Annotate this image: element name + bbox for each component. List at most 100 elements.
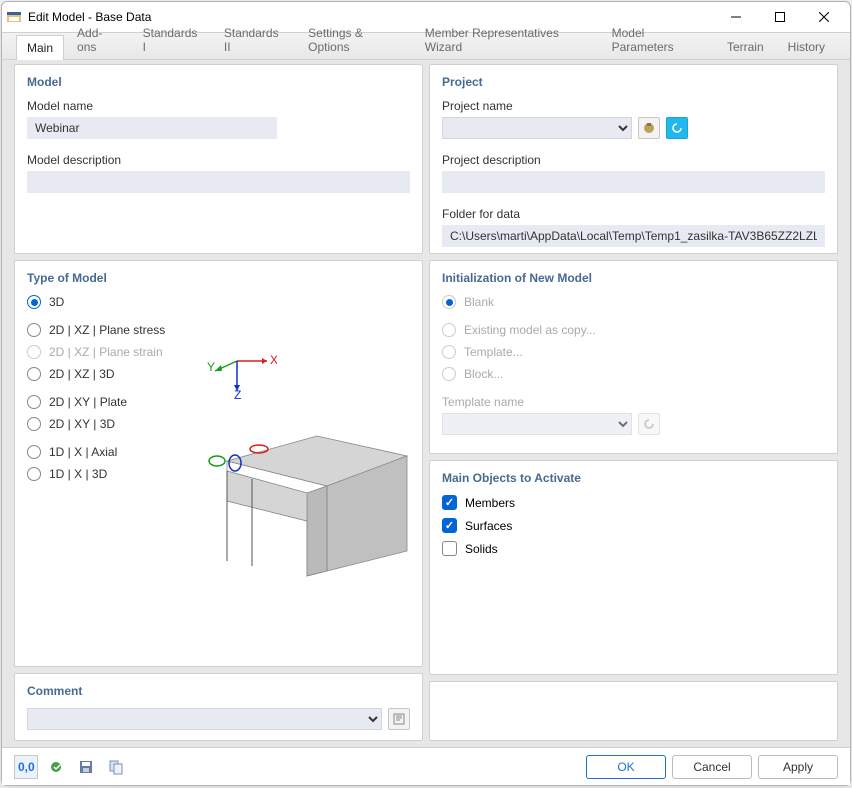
units-button[interactable]: 0,00 bbox=[14, 755, 38, 779]
type-option-row: 2D | XY | Plate bbox=[27, 395, 187, 409]
comment-panel-title: Comment bbox=[27, 684, 410, 698]
maximize-button[interactable] bbox=[758, 3, 802, 31]
type-radio-4[interactable] bbox=[27, 395, 41, 409]
apply-button[interactable]: Apply bbox=[758, 755, 838, 779]
type-radio-1[interactable] bbox=[27, 323, 41, 337]
project-manager-button[interactable] bbox=[638, 117, 660, 139]
main-objects-group: Members Surfaces Solids bbox=[442, 495, 825, 556]
template-browse-button bbox=[638, 413, 660, 435]
init-radio-group: Blank Existing model as copy... Template..… bbox=[442, 295, 825, 381]
object-option-row: Solids bbox=[442, 541, 825, 556]
type-radio-label: 2D | XZ | Plane strain bbox=[49, 345, 163, 359]
svg-text:Y: Y bbox=[207, 360, 215, 374]
object-checkbox-surfaces[interactable] bbox=[442, 518, 457, 533]
object-checkbox-solids[interactable] bbox=[442, 541, 457, 556]
model-name-input[interactable] bbox=[27, 117, 277, 139]
init-radio-0 bbox=[442, 295, 456, 309]
type-radio-label: 3D bbox=[49, 295, 64, 309]
close-button[interactable] bbox=[802, 3, 846, 31]
template-name-combo bbox=[442, 413, 632, 435]
tab-model-parameters[interactable]: Model Parameters bbox=[601, 20, 714, 59]
init-option-row: Existing model as copy... bbox=[442, 323, 825, 337]
model-desc-input[interactable] bbox=[27, 171, 410, 193]
object-option-row: Members bbox=[442, 495, 825, 510]
tab-main[interactable]: Main bbox=[16, 35, 64, 60]
model-preview: X Y Z bbox=[207, 271, 410, 656]
objects-panel-title: Main Objects to Activate bbox=[442, 471, 825, 485]
content-area: Model Model name Model description Type … bbox=[2, 60, 850, 747]
svg-text:X: X bbox=[270, 353, 277, 367]
tab-bar: MainAdd-onsStandards IStandards IISettin… bbox=[2, 32, 850, 60]
type-option-row: 2D | XZ | Plane strain bbox=[27, 345, 187, 359]
tab-member-representatives-wizard[interactable]: Member Representatives Wizard bbox=[414, 20, 599, 59]
project-cloud-button[interactable] bbox=[666, 117, 688, 139]
type-radio-label: 2D | XY | Plate bbox=[49, 395, 127, 409]
init-panel-title: Initialization of New Model bbox=[442, 271, 825, 285]
comment-combo[interactable] bbox=[27, 708, 382, 730]
type-radio-label: 2D | XZ | Plane stress bbox=[49, 323, 165, 337]
init-radio-label: Blank bbox=[464, 295, 494, 309]
type-option-row: 1D | X | Axial bbox=[27, 445, 187, 459]
project-folder-input[interactable] bbox=[442, 225, 825, 247]
tab-standards-i[interactable]: Standards I bbox=[132, 20, 211, 59]
tab-history[interactable]: History bbox=[777, 34, 836, 59]
project-name-combo[interactable] bbox=[442, 117, 632, 139]
type-radio-label: 2D | XY | 3D bbox=[49, 417, 115, 431]
main-objects-panel: Main Objects to Activate Members Surfaces… bbox=[429, 460, 838, 675]
init-radio-label: Template... bbox=[464, 345, 523, 359]
object-checkbox-label: Members bbox=[465, 496, 515, 510]
comment-panel: Comment bbox=[14, 673, 423, 741]
copy-button[interactable] bbox=[104, 755, 128, 779]
project-panel-title: Project bbox=[442, 75, 825, 89]
tab-settings-options[interactable]: Settings & Options bbox=[297, 20, 412, 59]
save-button[interactable] bbox=[74, 755, 98, 779]
type-radio-label: 1D | X | Axial bbox=[49, 445, 117, 459]
object-checkbox-label: Surfaces bbox=[465, 519, 512, 533]
project-desc-input[interactable] bbox=[442, 171, 825, 193]
init-option-row: Block... bbox=[442, 367, 825, 381]
empty-bottom-panel bbox=[429, 681, 838, 741]
comment-edit-button[interactable] bbox=[388, 708, 410, 730]
type-radio-label: 2D | XZ | 3D bbox=[49, 367, 115, 381]
type-panel-title: Type of Model bbox=[27, 271, 187, 285]
initialization-panel: Initialization of New Model Blank Existin… bbox=[429, 260, 838, 454]
init-option-row: Blank bbox=[442, 295, 825, 309]
type-option-row: 2D | XY | 3D bbox=[27, 417, 187, 431]
init-radio-3 bbox=[442, 367, 456, 381]
tab-terrain[interactable]: Terrain bbox=[716, 34, 775, 59]
type-option-row: 1D | X | 3D bbox=[27, 467, 187, 481]
type-radio-7[interactable] bbox=[27, 467, 41, 481]
model-desc-label: Model description bbox=[27, 153, 410, 167]
model-panel-title: Model bbox=[27, 75, 410, 89]
ok-button[interactable]: OK bbox=[586, 755, 666, 779]
init-radio-1 bbox=[442, 323, 456, 337]
model-panel: Model Model name Model description bbox=[14, 64, 423, 254]
model-name-label: Model name bbox=[27, 99, 410, 113]
import-button[interactable] bbox=[44, 755, 68, 779]
type-radio-0[interactable] bbox=[27, 295, 41, 309]
type-radio-2 bbox=[27, 345, 41, 359]
object-checkbox-label: Solids bbox=[465, 542, 498, 556]
init-option-row: Template... bbox=[442, 345, 825, 359]
dialog-footer: 0,00 OK Cancel Apply bbox=[2, 747, 850, 785]
cancel-button[interactable]: Cancel bbox=[672, 755, 752, 779]
left-column: Model Model name Model description Type … bbox=[14, 64, 423, 741]
template-name-label: Template name bbox=[442, 395, 825, 409]
edit-model-dialog: Edit Model - Base Data MainAdd-onsStanda… bbox=[1, 1, 851, 786]
init-radio-label: Block... bbox=[464, 367, 503, 381]
minimize-button[interactable] bbox=[714, 3, 758, 31]
object-checkbox-members[interactable] bbox=[442, 495, 457, 510]
type-radio-3[interactable] bbox=[27, 367, 41, 381]
svg-text:0,00: 0,00 bbox=[18, 760, 35, 774]
project-panel: Project Project name Project descrip bbox=[429, 64, 838, 254]
type-radio-group: 3D 2D | XZ | Plane stress 2D | XZ | Plane … bbox=[27, 295, 187, 481]
init-radio-2 bbox=[442, 345, 456, 359]
type-radio-5[interactable] bbox=[27, 417, 41, 431]
type-option-row: 3D bbox=[27, 295, 187, 309]
type-option-row: 2D | XZ | Plane stress bbox=[27, 323, 187, 337]
tab-standards-ii[interactable]: Standards II bbox=[213, 20, 295, 59]
type-radio-6[interactable] bbox=[27, 445, 41, 459]
titlebar-buttons bbox=[714, 3, 846, 31]
tab-add-ons[interactable]: Add-ons bbox=[66, 20, 130, 59]
svg-text:Z: Z bbox=[234, 388, 241, 401]
